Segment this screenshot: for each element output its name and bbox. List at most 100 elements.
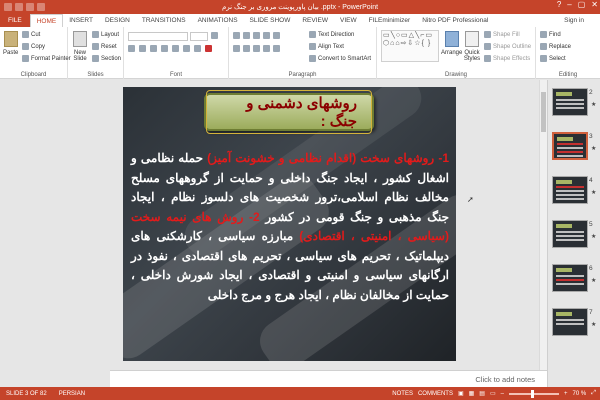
shape-fill-button[interactable]: Shape Fill [484, 31, 520, 38]
text-direction-icon [309, 31, 316, 38]
zoom-slider[interactable] [508, 389, 559, 398]
font-size-field[interactable] [190, 32, 208, 41]
smartart-icon [309, 55, 316, 62]
align-text-button[interactable]: Align Text [309, 43, 344, 50]
tab-slide-show[interactable]: SLIDE SHOW [244, 14, 297, 27]
font-color-icon[interactable] [205, 45, 212, 52]
zoom-level[interactable]: 70 % [573, 391, 587, 397]
slide-title-box[interactable]: روشهای دشمنی و جنگ : [204, 90, 374, 134]
numbering-icon[interactable] [243, 32, 250, 39]
thumbnail-slide-4[interactable]: 4 ★ [548, 176, 600, 214]
change-case-icon[interactable] [194, 45, 201, 52]
thumbnail-image [552, 220, 588, 248]
fit-slide-icon[interactable]: ⤢ [591, 390, 596, 397]
thumbnail-slide-2[interactable]: 2 ★ [548, 88, 600, 126]
tab-home[interactable]: HOME [29, 14, 64, 27]
zoom-out-button[interactable]: – [501, 391, 504, 397]
font-group-label: Font [169, 72, 182, 78]
select-button[interactable]: Select [540, 55, 566, 62]
shapes-gallery[interactable]: ▭╲○▭△╲⌐▭ ⬡⌂⌂⇨⇩☆{ } [381, 30, 439, 62]
scrollbar-thumb[interactable] [541, 92, 546, 132]
copy-icon [22, 43, 29, 50]
paste-button[interactable]: Paste [3, 31, 18, 56]
notes-pane[interactable]: Click to add notes [110, 370, 547, 387]
align-left-icon[interactable] [233, 45, 240, 52]
thumbnail-slide-3[interactable]: 3 ★ [548, 132, 600, 170]
shape-outline-button[interactable]: Shape Outline [484, 43, 531, 50]
thumbnail-slide-5[interactable]: 5 ★ [548, 220, 600, 258]
shape-effects-button[interactable]: Shape Effects [484, 55, 530, 62]
slides-group-label: Slides [87, 72, 104, 78]
language-indicator[interactable]: PERSIAN [53, 391, 91, 397]
paste-icon [3, 31, 18, 47]
format-painter-button[interactable]: Format Painter [22, 55, 71, 62]
align-center-icon[interactable] [243, 45, 250, 52]
slideshow-view-icon[interactable]: ▭ [490, 390, 496, 397]
thumbnail-slide-7[interactable]: 7 ★ [548, 308, 600, 346]
justify-icon[interactable] [263, 45, 270, 52]
tab-animations[interactable]: ANIMATIONS [192, 14, 244, 27]
layout-button[interactable]: Layout [92, 31, 119, 38]
replace-icon [540, 43, 547, 50]
restore-button[interactable]: ▢ [578, 0, 586, 9]
minimize-button[interactable]: – [567, 0, 571, 9]
animation-star-icon: ★ [591, 102, 597, 108]
bold-icon[interactable] [128, 45, 135, 52]
tab-insert[interactable]: INSERT [63, 14, 99, 27]
animation-star-icon: ★ [591, 322, 597, 328]
strikethrough-icon[interactable] [161, 45, 168, 52]
slide-scrollbar[interactable] [539, 80, 547, 380]
decrease-indent-icon[interactable] [253, 32, 260, 39]
new-slide-button[interactable]: New Slide [71, 31, 89, 62]
align-right-icon[interactable] [253, 45, 260, 52]
tab-file[interactable]: FILE [0, 14, 30, 27]
reading-view-icon[interactable]: ▤ [479, 390, 485, 397]
normal-view-icon[interactable]: ▣ [458, 390, 464, 397]
columns-icon[interactable] [273, 45, 280, 52]
close-button[interactable]: ✕ [591, 0, 598, 9]
tab-view[interactable]: VIEW [334, 14, 363, 27]
reset-button[interactable]: Reset [92, 43, 117, 50]
notes-toggle[interactable]: NOTES [392, 391, 413, 397]
quick-styles-button[interactable]: Quick Styles [463, 31, 481, 62]
slide-canvas[interactable]: روشهای دشمنی و جنگ : 1- روشهای سخت (اقدا… [123, 87, 456, 361]
thumbnail-image [552, 132, 588, 160]
cut-button[interactable]: Cut [22, 31, 40, 38]
tab-design[interactable]: DESIGN [99, 14, 136, 27]
paragraph-group-label: Paragraph [288, 72, 317, 78]
font-name-field[interactable] [128, 32, 188, 41]
tab-fileminimizer[interactable]: FILEminimizer [363, 14, 417, 27]
arrange-button[interactable]: Arrange [441, 31, 462, 56]
tab-review[interactable]: REVIEW [296, 14, 334, 27]
help-button[interactable]: ? [557, 0, 561, 9]
shadow-icon[interactable] [172, 45, 179, 52]
clipboard-group-label: Clipboard [20, 72, 47, 78]
tab-nitro-pdf[interactable]: Nitro PDF Professional [416, 14, 494, 27]
comments-toggle[interactable]: COMMENTS [418, 391, 453, 397]
tab-transitions[interactable]: TRANSITIONS [136, 14, 192, 27]
line-spacing-icon[interactable] [273, 32, 280, 39]
underline-icon[interactable] [150, 45, 157, 52]
zoom-in-button[interactable]: + [564, 391, 568, 397]
zoom-slider-knob[interactable] [530, 389, 534, 398]
brush-icon [22, 55, 29, 62]
sign-in-link[interactable]: Sign in [564, 14, 584, 27]
text-direction-button[interactable]: Text Direction [309, 31, 354, 38]
char-spacing-icon[interactable] [183, 45, 190, 52]
section-button[interactable]: Section [92, 55, 121, 62]
bullets-icon[interactable] [233, 32, 240, 39]
italic-icon[interactable] [139, 45, 146, 52]
copy-button[interactable]: Copy [22, 43, 45, 50]
increase-indent-icon[interactable] [263, 32, 270, 39]
slide-body[interactable]: 1- روشهای سخت (اقدام نظامی و خشونت آمیز)… [131, 149, 449, 305]
find-button[interactable]: Find [540, 31, 561, 38]
thumbnail-slide-6[interactable]: 6 ★ [548, 264, 600, 302]
drawing-group: ▭╲○▭△╲⌐▭ ⬡⌂⌂⇨⇩☆{ } Arrange Quick Styles … [377, 27, 536, 79]
slides-group: New Slide Layout Reset Section Slides [68, 27, 124, 79]
replace-button[interactable]: Replace [540, 43, 571, 50]
paint-bucket-icon [484, 31, 491, 38]
slide-sorter-icon[interactable]: ▦ [469, 390, 475, 397]
arrange-icon [444, 31, 459, 47]
grow-font-button[interactable] [211, 32, 218, 39]
convert-smartart-button[interactable]: Convert to SmartArt [309, 55, 371, 62]
